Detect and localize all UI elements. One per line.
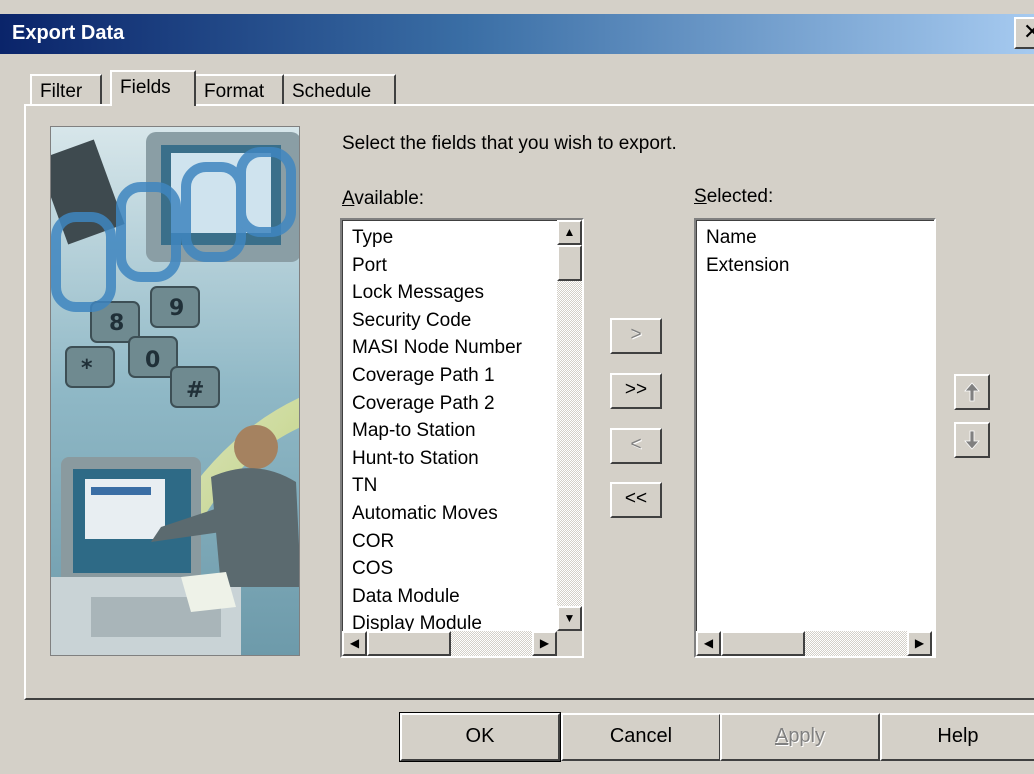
list-item[interactable]: Map-to Station [352,417,522,445]
list-item[interactable]: COR [352,528,522,556]
apply-rest: pply [788,725,826,747]
svg-text:8: 8 [109,311,124,336]
move-down-button[interactable] [954,422,990,458]
vscroll-thumb[interactable] [557,245,582,281]
available-vscrollbar[interactable]: ▲ ▼ [557,220,582,631]
scroll-left-icon[interactable]: ◀ [696,631,721,656]
list-item[interactable]: Data Module [352,583,522,611]
list-item[interactable]: Extension [706,252,789,280]
list-item[interactable]: MASI Node Number [352,334,522,362]
hscroll-thumb[interactable] [367,631,451,656]
available-label-accel: A [342,188,355,209]
svg-text:0: 0 [145,348,160,373]
list-item[interactable]: Automatic Moves [352,500,522,528]
illustration-icon: 8 9 * 0 # [51,127,299,655]
move-up-button[interactable] [954,374,990,410]
cancel-button[interactable]: Cancel [561,713,721,761]
tab-fields[interactable]: Fields [110,70,196,106]
add-field-button[interactable]: > [610,318,662,354]
available-list: Type Port Lock Messages Security Code MASI N… [352,224,522,638]
selected-label-rest: elected: [706,186,774,207]
available-label-rest: vailable: [354,188,425,209]
selected-list: Name Extension [706,224,789,279]
tab-label: Fields [120,77,171,98]
scroll-left-icon[interactable]: ◀ [342,631,367,656]
export-illustration: 8 9 * 0 # [50,126,300,656]
available-listbox[interactable]: Type Port Lock Messages Security Code MASI N… [340,218,584,658]
remove-all-fields-button[interactable]: << [610,482,662,518]
selected-hscrollbar[interactable]: ◀ ▶ [696,631,932,656]
tab-schedule[interactable]: Schedule [284,74,396,108]
apply-accel: A [774,725,789,747]
apply-button[interactable]: Apply [720,713,880,761]
selected-label-accel: S [694,186,707,207]
list-item[interactable]: Coverage Path 2 [352,390,522,418]
close-button[interactable]: ✕ [1014,17,1034,49]
remove-field-button[interactable]: < [610,428,662,464]
close-icon: ✕ [1023,19,1034,44]
svg-text:#: # [186,378,204,403]
list-item[interactable]: Hunt-to Station [352,445,522,473]
list-item[interactable]: Port [352,252,522,280]
selected-listbox[interactable]: Name Extension ◀ ▶ [694,218,936,658]
scroll-right-icon[interactable]: ▶ [532,631,557,656]
available-label: Available: [342,188,424,210]
ok-button[interactable]: OK [399,712,561,762]
scroll-up-icon[interactable]: ▲ [557,220,582,245]
tab-label: Filter [40,81,83,102]
list-item[interactable]: Type [352,224,522,252]
selected-label: Selected: [694,186,773,208]
move-down-arrow-icon [964,430,980,450]
list-item[interactable]: Security Code [352,307,522,335]
list-item[interactable]: Coverage Path 1 [352,362,522,390]
list-item[interactable]: COS [352,555,522,583]
svg-text:9: 9 [169,296,184,321]
add-all-fields-button[interactable]: >> [610,373,662,409]
list-item[interactable]: Name [706,224,789,252]
title-bar: Export Data ✕ [0,14,1034,54]
instruction-text: Select the fields that you wish to expor… [342,133,677,154]
hscroll-thumb[interactable] [721,631,805,656]
tab-filter[interactable]: Filter [30,74,102,108]
tab-label: Schedule [292,81,372,102]
tab-label: Format [204,81,265,102]
window-title: Export Data [12,22,125,44]
available-hscrollbar[interactable]: ◀ ▶ [342,631,557,656]
scroll-right-icon[interactable]: ▶ [907,631,932,656]
list-item[interactable]: Lock Messages [352,279,522,307]
tab-format[interactable]: Format [196,74,284,108]
list-item[interactable]: TN [352,472,522,500]
scroll-down-icon[interactable]: ▼ [557,606,582,631]
svg-text:*: * [81,356,93,381]
move-up-arrow-icon [964,382,980,402]
scroll-corner [557,631,582,656]
help-button[interactable]: Help [880,713,1034,761]
